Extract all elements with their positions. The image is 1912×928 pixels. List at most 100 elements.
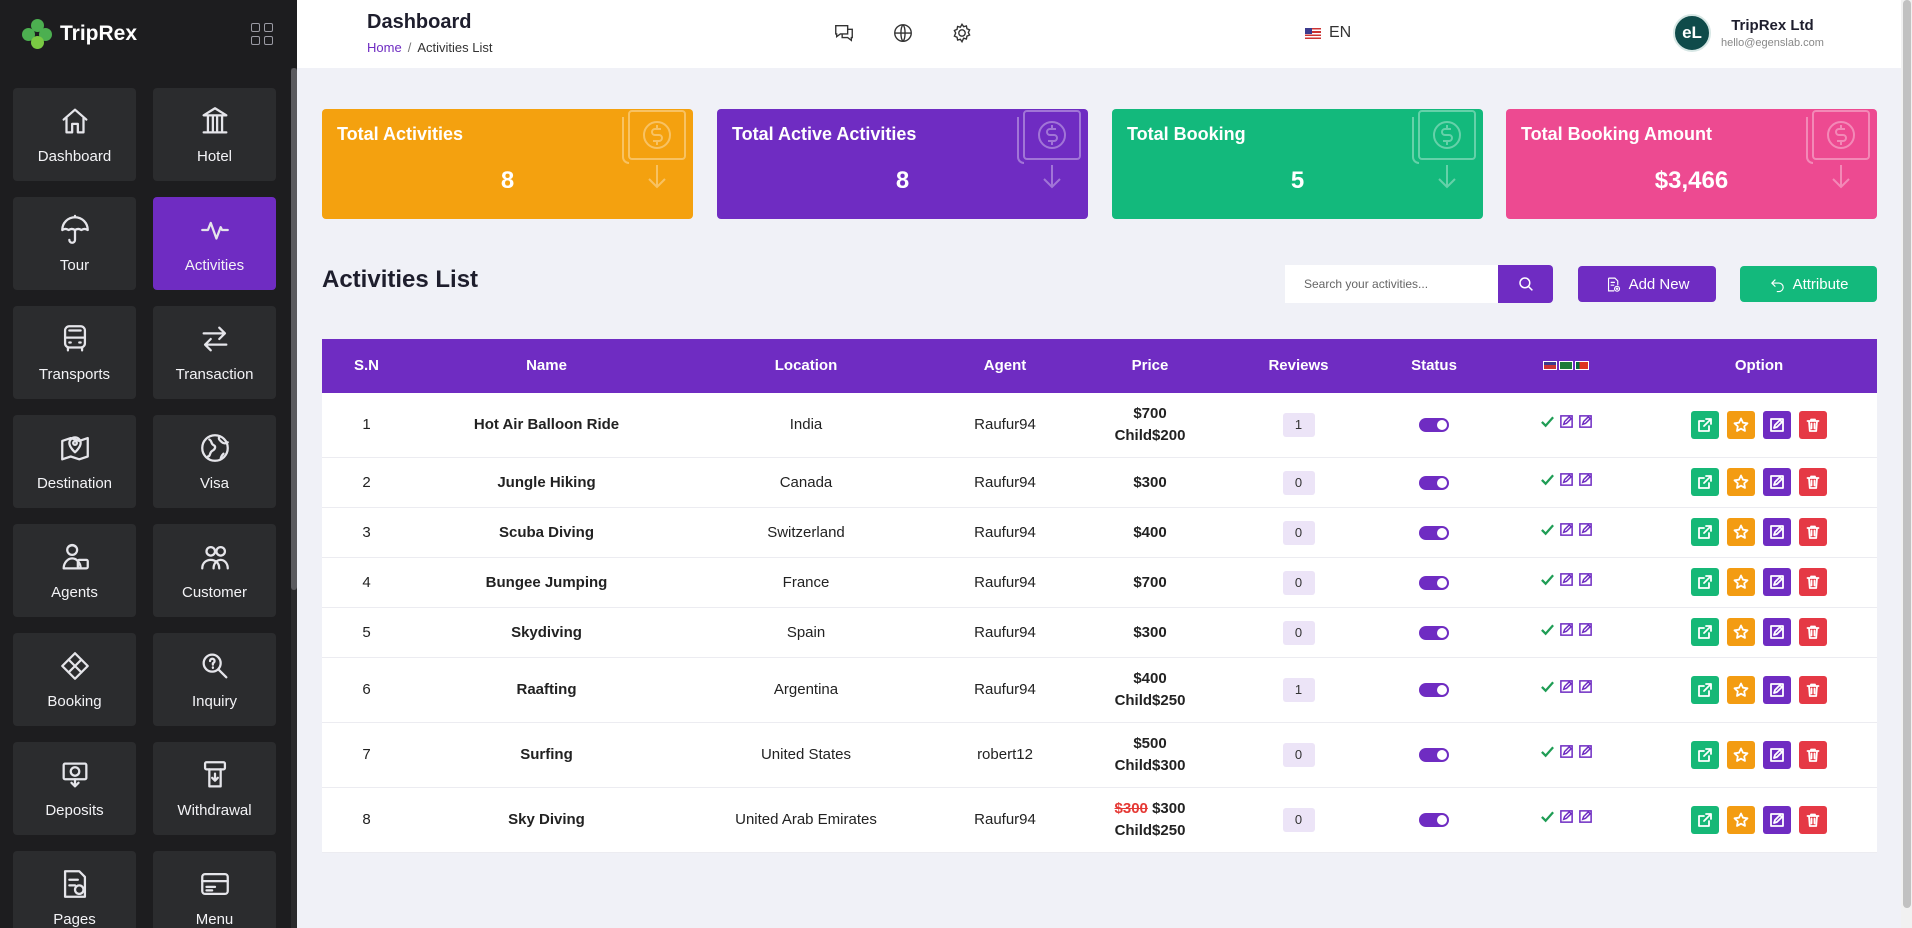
sidebar-item-inquiry[interactable]: Inquiry (153, 633, 276, 726)
sidebar-item-agents[interactable]: Agents (13, 524, 136, 617)
edit-translation-icon[interactable] (1578, 414, 1593, 436)
sidebar-item-tour[interactable]: Tour (13, 197, 136, 290)
edit-translation-icon[interactable] (1578, 622, 1593, 644)
search-input[interactable] (1285, 265, 1498, 303)
status-toggle[interactable] (1419, 748, 1449, 763)
view-button[interactable] (1691, 568, 1719, 596)
edit-translation-icon[interactable] (1559, 572, 1574, 594)
delete-button[interactable] (1799, 568, 1827, 596)
edit-button[interactable] (1763, 518, 1791, 546)
sidebar-item-deposits[interactable]: Deposits (13, 742, 136, 835)
status-toggle[interactable] (1419, 575, 1449, 590)
sidebar-item-transaction[interactable]: Transaction (153, 306, 276, 399)
col-name[interactable]: Name (411, 355, 682, 377)
edit-button[interactable] (1763, 568, 1791, 596)
col-agent[interactable]: Agent (930, 355, 1080, 377)
feature-button[interactable] (1727, 618, 1755, 646)
feature-button[interactable] (1727, 518, 1755, 546)
edit-translation-icon[interactable] (1578, 809, 1593, 831)
sidebar-item-pages[interactable]: Pages (13, 851, 136, 928)
status-toggle[interactable] (1419, 813, 1449, 828)
gear-icon[interactable] (951, 22, 973, 49)
edit-translation-icon[interactable] (1578, 522, 1593, 544)
view-button[interactable] (1691, 675, 1719, 704)
col-sn[interactable]: S.N (322, 355, 411, 377)
edit-translation-icon[interactable] (1578, 472, 1593, 494)
edit-translation-icon[interactable] (1559, 744, 1574, 766)
globe-icon[interactable] (892, 22, 914, 49)
delete-button[interactable] (1799, 618, 1827, 646)
edit-button[interactable] (1763, 468, 1791, 496)
globe-icon (200, 434, 229, 462)
sidebar-scrollbar[interactable] (291, 68, 297, 928)
edit-translation-icon[interactable] (1578, 572, 1593, 594)
row-price: $500 Child$300 (1080, 733, 1220, 777)
edit-translation-icon[interactable] (1559, 622, 1574, 644)
feature-button[interactable] (1727, 410, 1755, 439)
sidebar-item-dashboard[interactable]: Dashboard (13, 88, 136, 181)
status-toggle[interactable] (1419, 475, 1449, 490)
grid-toggle-icon[interactable] (251, 23, 273, 45)
delete-button[interactable] (1799, 468, 1827, 496)
row-agent: Raufur94 (974, 681, 1036, 698)
edit-translation-icon[interactable] (1559, 679, 1574, 701)
edit-translation-icon[interactable] (1578, 744, 1593, 766)
delete-button[interactable] (1799, 740, 1827, 769)
col-price[interactable]: Price (1080, 355, 1220, 377)
delete-button[interactable] (1799, 805, 1827, 834)
status-toggle[interactable] (1419, 525, 1449, 540)
status-toggle[interactable] (1419, 683, 1449, 698)
delete-button[interactable] (1799, 675, 1827, 704)
feature-button[interactable] (1727, 675, 1755, 704)
view-button[interactable] (1691, 468, 1719, 496)
chat-icon[interactable] (833, 22, 855, 49)
add-new-button[interactable]: Add New (1578, 266, 1716, 302)
edit-button[interactable] (1763, 410, 1791, 439)
status-toggle[interactable] (1419, 418, 1449, 433)
sidebar-item-destination[interactable]: Destination (13, 415, 136, 508)
edit-button[interactable] (1763, 805, 1791, 834)
breadcrumb-home-link[interactable]: Home (367, 40, 402, 55)
sidebar-item-visa[interactable]: Visa (153, 415, 276, 508)
sidebar-item-hotel[interactable]: Hotel (153, 88, 276, 181)
status-toggle[interactable] (1419, 625, 1449, 640)
brand-logo[interactable]: TripRex (22, 19, 137, 49)
feature-button[interactable] (1727, 805, 1755, 834)
view-button[interactable] (1691, 410, 1719, 439)
edit-button[interactable] (1763, 675, 1791, 704)
search-button[interactable] (1498, 265, 1553, 303)
edit-translation-icon[interactable] (1559, 472, 1574, 494)
feature-button[interactable] (1727, 468, 1755, 496)
avatar: eL (1673, 14, 1711, 52)
view-button[interactable] (1691, 618, 1719, 646)
language-selector[interactable]: EN (1305, 24, 1351, 42)
edit-button[interactable] (1763, 618, 1791, 646)
sidebar-item-label: Menu (195, 911, 234, 928)
delete-button[interactable] (1799, 410, 1827, 439)
view-button[interactable] (1691, 518, 1719, 546)
edit-button[interactable] (1763, 740, 1791, 769)
sidebar-item-transports[interactable]: Transports (13, 306, 136, 399)
sidebar-item-activities[interactable]: Activities (153, 197, 276, 290)
col-reviews[interactable]: Reviews (1220, 355, 1377, 377)
col-status[interactable]: Status (1377, 355, 1491, 377)
edit-translation-icon[interactable] (1559, 522, 1574, 544)
sidebar-item-customer[interactable]: Customer (153, 524, 276, 617)
sidebar-item-menu[interactable]: Menu (153, 851, 276, 928)
feature-button[interactable] (1727, 568, 1755, 596)
page-scrollbar[interactable] (1901, 0, 1912, 928)
sidebar-item-booking[interactable]: Booking (13, 633, 136, 726)
stat-value: 5 (1290, 167, 1305, 194)
edit-translation-icon[interactable] (1578, 679, 1593, 701)
user-profile[interactable]: eL TripRex Ltd hello@egenslab.com (1673, 14, 1824, 52)
view-button[interactable] (1691, 740, 1719, 769)
view-button[interactable] (1691, 805, 1719, 834)
row-options (1641, 568, 1877, 597)
col-location[interactable]: Location (682, 355, 930, 377)
delete-button[interactable] (1799, 518, 1827, 546)
edit-translation-icon[interactable] (1559, 809, 1574, 831)
sidebar-item-withdrawal[interactable]: Withdrawal (153, 742, 276, 835)
edit-translation-icon[interactable] (1559, 414, 1574, 436)
feature-button[interactable] (1727, 740, 1755, 769)
attribute-button[interactable]: Attribute (1740, 266, 1877, 302)
